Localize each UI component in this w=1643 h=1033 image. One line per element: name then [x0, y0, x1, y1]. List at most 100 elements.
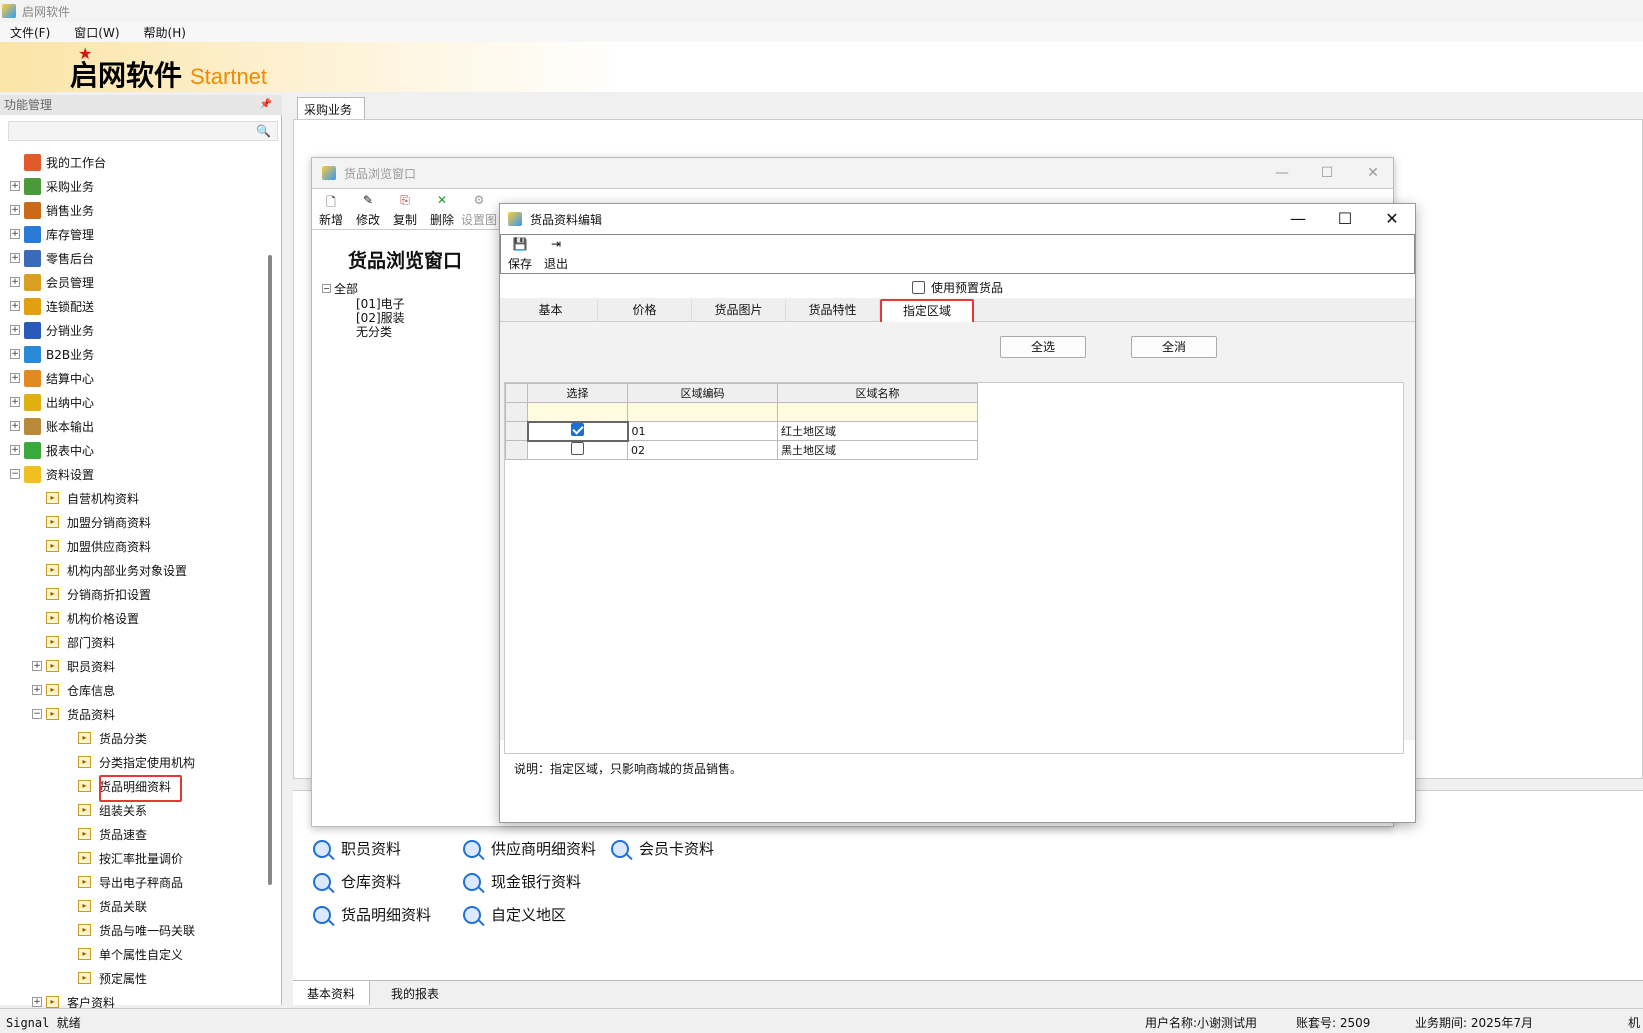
- row-1-select-cell[interactable]: [526, 420, 629, 442]
- tree-scrollbar[interactable]: [268, 255, 272, 885]
- dialog-maximize-icon[interactable]: ☐: [1333, 208, 1357, 230]
- quick-link[interactable]: 仓库资料: [313, 871, 401, 892]
- maximize-icon[interactable]: ☐: [1316, 162, 1338, 184]
- function-search-input[interactable]: 🔍: [8, 121, 278, 141]
- tree-item[interactable]: + 库存管理: [10, 223, 94, 245]
- copy-button[interactable]: ⎘ 复制: [386, 193, 424, 228]
- tab-my-reports[interactable]: 我的报表: [377, 981, 453, 1005]
- quick-link[interactable]: 货品明细资料: [313, 904, 431, 925]
- tree-item[interactable]: + B2B业务: [10, 343, 94, 365]
- menu-window[interactable]: 窗口(W): [64, 24, 133, 41]
- dialog-close-icon[interactable]: ✕: [1380, 208, 1404, 230]
- tree-item[interactable]: ▸ 货品与唯一码关联: [78, 919, 195, 941]
- expand-icon[interactable]: +: [10, 373, 20, 383]
- expand-icon[interactable]: +: [10, 229, 20, 239]
- expand-icon[interactable]: +: [10, 445, 20, 455]
- tree-item[interactable]: + 分销业务: [10, 319, 94, 341]
- expand-icon[interactable]: +: [10, 301, 20, 311]
- tree-item[interactable]: ▸ 组装关系: [78, 799, 147, 821]
- tree-item[interactable]: − ▸ 货品资料: [32, 703, 115, 725]
- expand-icon[interactable]: +: [10, 205, 20, 215]
- tab-goods-image[interactable]: 货品图片: [692, 300, 786, 322]
- expand-icon[interactable]: +: [10, 253, 20, 263]
- tree-node-clothing[interactable]: [02]服装: [322, 311, 405, 325]
- collapse-icon[interactable]: −: [10, 469, 20, 479]
- menu-file[interactable]: 文件(F): [0, 24, 64, 41]
- tree-item[interactable]: ▸ 分销商折扣设置: [32, 583, 151, 605]
- tree-item[interactable]: ▸ 单个属性自定义: [78, 943, 183, 965]
- tree-item[interactable]: − 资料设置: [10, 463, 94, 485]
- tree-item[interactable]: + 零售后台: [10, 247, 94, 269]
- expand-icon[interactable]: +: [10, 325, 20, 335]
- tree-item[interactable]: ▸ 按汇率批量调价: [78, 847, 183, 869]
- tree-item[interactable]: ▸ 货品速查: [78, 823, 147, 845]
- tab-purchase[interactable]: 采购业务: [297, 97, 365, 119]
- filter-row[interactable]: [505, 402, 978, 422]
- quick-link[interactable]: 供应商明细资料: [463, 838, 596, 859]
- expand-icon[interactable]: +: [10, 277, 20, 287]
- expand-icon[interactable]: +: [32, 685, 42, 695]
- settings-image-button[interactable]: ⚙ 设置图: [460, 193, 498, 228]
- tree-node-electronics[interactable]: [01]电子: [322, 297, 405, 311]
- col-region-code[interactable]: 区域编码: [627, 383, 778, 403]
- tree-item[interactable]: + 账本输出: [10, 415, 94, 437]
- tree-item[interactable]: + 结算中心: [10, 367, 94, 389]
- delete-button[interactable]: ✕ 删除: [423, 193, 461, 228]
- tree-node-uncategorized[interactable]: 无分类: [322, 325, 405, 339]
- collapse-icon[interactable]: −: [32, 709, 42, 719]
- expand-icon[interactable]: +: [10, 181, 20, 191]
- table-row[interactable]: 01 红土地区域: [505, 420, 978, 442]
- tree-item[interactable]: + 出纳中心: [10, 391, 94, 413]
- save-button[interactable]: 💾 保存: [501, 237, 539, 272]
- exit-button[interactable]: ⇥ 退出: [537, 237, 575, 272]
- tree-item[interactable]: ▸ 货品分类: [78, 727, 147, 749]
- expand-icon[interactable]: +: [32, 661, 42, 671]
- close-icon[interactable]: ✕: [1362, 162, 1384, 184]
- table-row[interactable]: 02 黑土地区域: [505, 440, 978, 460]
- minimize-icon[interactable]: —: [1271, 162, 1293, 184]
- tree-item[interactable]: + 销售业务: [10, 199, 94, 221]
- use-preset-checkbox[interactable]: [911, 280, 925, 294]
- col-select[interactable]: 选择: [527, 383, 628, 403]
- select-all-button[interactable]: 全选: [1000, 336, 1086, 358]
- expand-icon[interactable]: +: [10, 349, 20, 359]
- collapse-icon[interactable]: −: [322, 284, 331, 293]
- tree-item[interactable]: ▸ 加盟供应商资料: [32, 535, 151, 557]
- tree-item[interactable]: ▸ 加盟分销商资料: [32, 511, 151, 533]
- expand-icon[interactable]: +: [10, 421, 20, 431]
- deselect-all-button[interactable]: 全消: [1131, 336, 1217, 358]
- col-region-name[interactable]: 区域名称: [777, 383, 978, 403]
- tree-item[interactable]: ▸ 部门资料: [32, 631, 115, 653]
- expand-icon[interactable]: +: [10, 397, 20, 407]
- dialog-minimize-icon[interactable]: —: [1286, 208, 1310, 230]
- quick-link[interactable]: 会员卡资料: [611, 838, 714, 859]
- tree-item[interactable]: + ▸ 职员资料: [32, 655, 115, 677]
- search-icon[interactable]: 🔍: [256, 124, 271, 138]
- tab-goods-attributes[interactable]: 货品特性: [786, 300, 880, 322]
- tab-basic-data[interactable]: 基本资料: [293, 981, 371, 1005]
- tree-item[interactable]: + ▸ 仓库信息: [32, 679, 115, 701]
- tree-item[interactable]: + 报表中心: [10, 439, 94, 461]
- quick-link[interactable]: 自定义地区: [463, 904, 566, 925]
- pin-icon[interactable]: 📌: [260, 95, 272, 115]
- row-2-checkbox[interactable]: [571, 442, 584, 456]
- tree-item[interactable]: ▸ 分类指定使用机构: [78, 751, 195, 773]
- tree-item[interactable]: ▸ 自营机构资料: [32, 487, 139, 509]
- tree-item[interactable]: + 采购业务: [10, 175, 94, 197]
- tree-item[interactable]: + 连锁配送: [10, 295, 94, 317]
- tree-node-all[interactable]: − 全部: [322, 280, 405, 297]
- tree-item[interactable]: ▸ 机构价格设置: [32, 607, 139, 629]
- menu-help[interactable]: 帮助(H): [134, 24, 200, 41]
- quick-link[interactable]: 现金银行资料: [463, 871, 581, 892]
- row-1-checkbox[interactable]: [571, 423, 584, 436]
- row-2-select-cell[interactable]: [527, 440, 628, 460]
- tree-item[interactable]: + 会员管理: [10, 271, 94, 293]
- edit-button[interactable]: ✎ 修改: [349, 193, 387, 228]
- tab-basic[interactable]: 基本: [504, 300, 598, 322]
- tree-item[interactable]: ▸ 机构内部业务对象设置: [32, 559, 187, 581]
- quick-link[interactable]: 职员资料: [313, 838, 401, 859]
- tab-price[interactable]: 价格: [598, 300, 692, 322]
- tree-item[interactable]: 我的工作台: [10, 151, 106, 173]
- new-button[interactable]: 🗋 新增: [312, 193, 350, 228]
- tree-item[interactable]: ▸ 货品关联: [78, 895, 147, 917]
